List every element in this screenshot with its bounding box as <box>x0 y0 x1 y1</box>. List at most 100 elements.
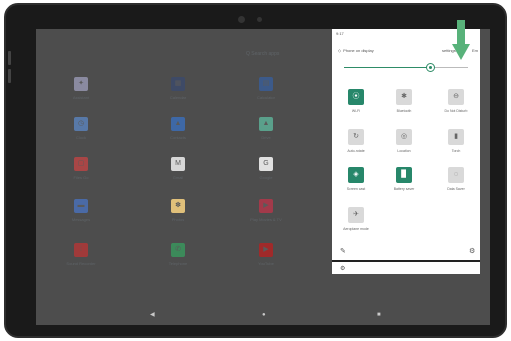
quick-settings-panel: 9:17 ◇ Phone on display settings Em ⦿ Wi-F… <box>332 29 480 274</box>
app-icon: ✆ <box>171 243 185 257</box>
app-label: Telephone <box>168 261 188 266</box>
brightness-level <box>344 67 431 68</box>
phone-status-icon: ◇ <box>338 48 342 53</box>
edit-icon[interactable]: ✎ <box>340 247 346 255</box>
app-telephone[interactable]: ✆ Telephone <box>148 243 208 266</box>
app-calculator[interactable]: ▤ Calculator <box>236 77 296 100</box>
tile-torch[interactable]: ▮ Torch <box>436 129 476 153</box>
tile-label: Torch <box>451 149 461 153</box>
bluetooth-icon: ✱ <box>396 89 412 105</box>
app-drive[interactable]: ▲ Drive <box>236 117 296 140</box>
phone-status-text: Phone on display <box>343 48 374 53</box>
app-glyph: ▤ <box>262 80 270 87</box>
app-calendar[interactable]: ▦ Calendar <box>148 77 208 100</box>
tile-glyph: ✈ <box>353 211 359 218</box>
home-button[interactable]: ● <box>262 312 266 318</box>
tile-label: Bluetooth <box>396 109 412 113</box>
app-label: Drive <box>261 135 271 140</box>
rotate-icon: ↻ <box>348 129 364 145</box>
volume-button <box>8 69 11 83</box>
tile-battery-saver[interactable]: ▉ Battery saver <box>384 167 424 191</box>
app-label: Google <box>259 175 273 180</box>
airplane-icon: ✈ <box>348 207 364 223</box>
app-label: Calculator <box>256 95 275 100</box>
tile-auto-rotate[interactable]: ↻ Auto-rotate <box>336 129 376 153</box>
tablet-frame: Q Search apps ✦ Assistant ▦ Calendar ▤ Calcul… <box>4 3 507 338</box>
battery-icon: ▉ <box>396 167 412 183</box>
tile-label: Data Saver <box>447 187 465 191</box>
tile-glyph: ◎ <box>400 133 408 140</box>
down-arrow-indicator <box>452 20 470 60</box>
tile-label: Auto-rotate <box>347 149 365 153</box>
app-label: Photos <box>171 217 185 222</box>
app-contacts[interactable]: ▲ Contacts <box>148 117 208 140</box>
back-button[interactable]: ◀ <box>150 312 155 318</box>
app-gmail[interactable]: M Gmail <box>148 157 208 180</box>
app-icon: ▲ <box>259 117 273 131</box>
app-label: Contacts <box>170 135 186 140</box>
brightness-thumb[interactable] <box>426 63 436 72</box>
app-glyph: M <box>175 160 181 167</box>
tile-bluetooth[interactable]: ✱ Bluetooth <box>384 89 424 113</box>
tile-aeroplane-mode[interactable]: ✈ Aeroplane mode <box>336 207 376 231</box>
app-icon: ▢ <box>74 157 88 171</box>
app-glyph: ▬ <box>77 202 85 209</box>
app-google[interactable]: G Google <box>236 157 296 180</box>
tile-glyph: ▮ <box>454 133 458 140</box>
power-button <box>8 51 11 65</box>
tile-data-saver[interactable]: ◌ Data Saver <box>436 167 476 191</box>
search-apps-field[interactable]: Q Search apps <box>246 51 279 57</box>
settings-gear-icon[interactable]: ⚙ <box>469 247 475 255</box>
app-glyph: ▢ <box>77 160 85 167</box>
app-glyph: ▶ <box>263 246 269 253</box>
app-icon: ▦ <box>171 77 185 91</box>
app-icon: ▶ <box>259 243 273 257</box>
app-files-go[interactable]: ▢ Files Go <box>51 157 111 180</box>
settings-small-icon[interactable]: ⚙ <box>340 265 345 272</box>
app-play-movies-tv[interactable]: ▶ Play Movies & TV <box>236 199 296 222</box>
app-label: Calendar <box>169 95 187 100</box>
tile-label: Location <box>397 149 411 153</box>
brightness-slider[interactable] <box>344 67 468 68</box>
tile-label: Screen cast <box>346 187 366 191</box>
tile-glyph: ⊖ <box>453 93 459 100</box>
app-glyph: ⁞ <box>80 246 82 253</box>
tile-label: Battery saver <box>393 187 415 191</box>
tile-label: Wi-Fi <box>351 109 361 113</box>
app-icon: ▲ <box>171 117 185 131</box>
app-assistant[interactable]: ✦ Assistant <box>51 77 111 100</box>
tile-glyph: ▉ <box>401 171 407 178</box>
tile-glyph: ◌ <box>453 171 459 178</box>
cast-icon: ◈ <box>348 167 364 183</box>
app-youtube[interactable]: ▶ YouTube <box>236 243 296 266</box>
tile-glyph: ◈ <box>353 171 359 178</box>
app-messages[interactable]: ▬ Messages <box>51 199 111 222</box>
app-icon: ✦ <box>74 77 88 91</box>
app-icon: M <box>171 157 185 171</box>
app-sound-recorder[interactable]: ⁞ Sound Recorder <box>51 243 111 266</box>
app-label: Play Movies & TV <box>250 217 282 222</box>
wifi-icon: ⦿ <box>348 89 364 105</box>
phone-status: ◇ Phone on display <box>338 48 374 53</box>
app-glyph: ▶ <box>263 202 269 209</box>
app-label: Assistant <box>72 95 90 100</box>
app-photos[interactable]: ✽ Photos <box>148 199 208 222</box>
tile-wi-fi[interactable]: ⦿ Wi-Fi <box>336 89 376 113</box>
data-saver-icon: ◌ <box>448 167 464 183</box>
app-glyph: ✦ <box>78 80 84 87</box>
edge-text: Em <box>472 48 478 53</box>
app-icon: ◷ <box>74 117 88 131</box>
recents-button[interactable]: ■ <box>377 312 381 318</box>
app-glyph: ✽ <box>175 202 181 209</box>
app-glyph: ▲ <box>262 120 270 127</box>
app-clock[interactable]: ◷ Clock <box>51 117 111 140</box>
tablet-screen: Q Search apps ✦ Assistant ▦ Calendar ▤ Calcul… <box>36 29 490 325</box>
tile-screen-cast[interactable]: ◈ Screen cast <box>336 167 376 191</box>
tile-do-not-disturb[interactable]: ⊖ Do Not Disturb <box>436 89 476 113</box>
location-icon: ◎ <box>396 129 412 145</box>
tile-location[interactable]: ◎ Location <box>384 129 424 153</box>
front-camera <box>238 16 245 23</box>
app-icon: ✽ <box>171 199 185 213</box>
app-icon: ▤ <box>259 77 273 91</box>
dnd-icon: ⊖ <box>448 89 464 105</box>
